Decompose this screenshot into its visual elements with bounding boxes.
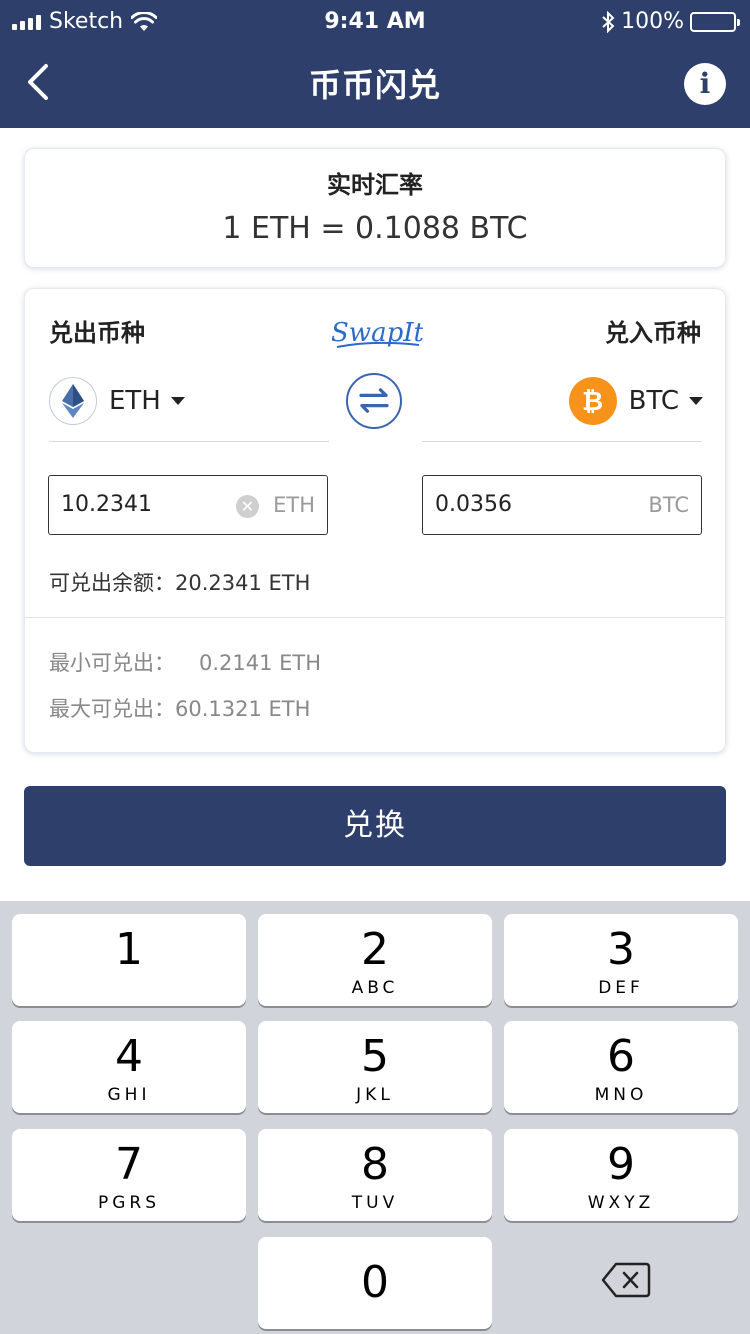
key-letters: MNO: [594, 1085, 648, 1105]
key-digit: 5: [361, 1031, 389, 1082]
to-amount-unit: BTC: [648, 493, 689, 517]
to-amount-value: 0.0356: [435, 492, 512, 517]
page-title: 币币闪兑: [308, 66, 441, 104]
app-header: Sketch 9:41 AM 100% 币币闪兑 i: [0, 0, 750, 128]
battery-icon: [690, 11, 740, 32]
available-balance: 可兑出余额：20.2341 ETH: [49, 571, 311, 595]
key-digit: 0: [361, 1257, 389, 1308]
caret-down-icon: [170, 397, 185, 405]
key-7[interactable]: 7 PGRS: [12, 1129, 246, 1221]
swapit-logo: SwapIt: [331, 318, 423, 348]
status-right: 100%: [601, 9, 740, 34]
info-icon: i: [699, 67, 711, 100]
from-amount-input[interactable]: 10.2341 ✕ ETH: [48, 475, 328, 535]
battery-percent: 100%: [621, 9, 684, 34]
key-letters: GHI: [107, 1085, 151, 1105]
key-digit: 7: [115, 1139, 143, 1190]
swap-card: 兑出币种 SwapIt 兑入币种 ETH ₿ BTC 10.2341 ✕ ETH…: [24, 288, 726, 753]
status-bar: Sketch 9:41 AM 100%: [0, 0, 750, 44]
max-limit-value: 60.1321 ETH: [175, 697, 311, 721]
to-coin-name: BTC: [628, 386, 679, 416]
from-coin-name: ETH: [109, 386, 161, 416]
key-0[interactable]: 0: [258, 1237, 492, 1329]
divider: [49, 441, 329, 442]
key-digit: 8: [361, 1139, 389, 1190]
btc-icon: ₿: [568, 377, 617, 425]
out-currency-label: 兑出币种: [49, 319, 145, 347]
key-1[interactable]: 1: [12, 914, 246, 1006]
in-currency-label: 兑入币种: [605, 319, 701, 347]
min-limit-label: 最小可兑出：: [49, 651, 175, 675]
numeric-keypad: 1 2 ABC 3 DEF 4 GHI 5 JKL 6 MNO 7 PGRS 8…: [0, 901, 750, 1334]
key-letters: DEF: [598, 978, 644, 998]
key-digit: 3: [607, 924, 635, 975]
from-amount-value: 10.2341: [61, 492, 152, 517]
eth-icon: [49, 377, 97, 425]
key-digit: 1: [115, 924, 143, 975]
rate-value: 1 ETH = 0.1088 BTC: [222, 211, 528, 246]
exchange-button[interactable]: 兑换: [24, 786, 726, 866]
key-6[interactable]: 6 MNO: [504, 1021, 738, 1113]
divider: [422, 441, 702, 442]
key-4[interactable]: 4 GHI: [12, 1021, 246, 1113]
rate-title: 实时汇率: [327, 171, 423, 199]
key-digit: 4: [115, 1031, 143, 1082]
backspace-icon[interactable]: [600, 1260, 652, 1300]
info-button[interactable]: i: [684, 63, 726, 105]
swap-direction-button[interactable]: [346, 373, 402, 429]
clear-icon[interactable]: ✕: [236, 495, 259, 518]
from-coin-selector[interactable]: ETH: [49, 375, 185, 427]
key-letters: TUV: [351, 1193, 399, 1213]
caret-down-icon: [689, 397, 703, 405]
max-limit: 最大可兑出：60.1321 ETH: [49, 693, 310, 723]
key-digit: 2: [361, 924, 389, 975]
key-letters: WXYZ: [587, 1193, 655, 1213]
to-amount-input[interactable]: 0.0356 BTC: [422, 475, 702, 535]
key-digit: 9: [607, 1139, 635, 1190]
exchange-rate-card: 实时汇率 1 ETH = 0.1088 BTC: [24, 148, 726, 268]
min-limit: 最小可兑出： 0.2141 ETH: [49, 647, 321, 677]
key-2[interactable]: 2 ABC: [258, 914, 492, 1006]
key-digit: 6: [607, 1031, 635, 1082]
key-8[interactable]: 8 TUV: [258, 1129, 492, 1221]
bluetooth-icon: [602, 10, 615, 33]
key-letters: ABC: [351, 978, 399, 998]
max-limit-label: 最大可兑出：: [49, 697, 175, 721]
key-letters: PGRS: [97, 1193, 161, 1213]
to-coin-selector[interactable]: ₿ BTC: [568, 375, 703, 427]
key-5[interactable]: 5 JKL: [258, 1021, 492, 1113]
key-9[interactable]: 9 WXYZ: [504, 1129, 738, 1221]
key-3[interactable]: 3 DEF: [504, 914, 738, 1006]
key-letters: JKL: [356, 1085, 394, 1105]
min-limit-value: 0.2141 ETH: [199, 651, 322, 675]
divider: [25, 617, 725, 618]
from-amount-unit: ETH: [273, 493, 315, 517]
